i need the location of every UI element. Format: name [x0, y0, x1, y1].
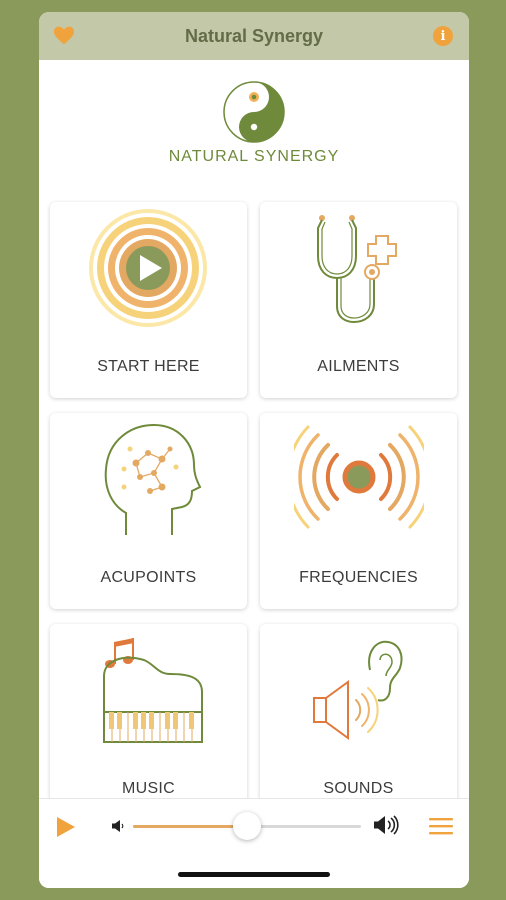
play-icon[interactable]: [55, 815, 77, 839]
card-frequencies[interactable]: FREQUENCIES: [260, 413, 457, 609]
volume-high-icon: [374, 815, 399, 835]
piano-icon: [103, 638, 203, 743]
card-label: ACUPOINTS: [100, 569, 197, 586]
yin-yang-logo: [223, 81, 285, 143]
frequency-waves-icon: [294, 425, 424, 529]
title-bar: Natural Synergy i: [39, 12, 469, 60]
head-acupoints-icon: [104, 423, 202, 535]
info-glyph: i: [440, 28, 446, 44]
volume-low-icon: [112, 820, 124, 832]
card-music[interactable]: MUSIC: [50, 624, 247, 820]
card-sounds[interactable]: SOUNDS: [260, 624, 457, 820]
card-label: START HERE: [97, 358, 200, 375]
play-circles-icon: [89, 209, 207, 327]
volume-slider-thumb[interactable]: [233, 812, 261, 840]
info-icon[interactable]: i: [433, 26, 453, 46]
page-title: Natural Synergy: [184, 25, 324, 46]
hamburger-menu-icon[interactable]: [429, 816, 453, 836]
brand-name: NATURAL SYNERGY: [168, 148, 340, 165]
speaker-ear-icon: [313, 640, 403, 740]
app-window: Natural Synergy i NATURAL SYNERGY START …: [39, 12, 469, 888]
card-label: SOUNDS: [323, 780, 394, 797]
card-start-here[interactable]: START HERE: [50, 202, 247, 398]
home-indicator: [178, 872, 330, 877]
card-label: MUSIC: [121, 780, 176, 797]
audio-player-bar: [39, 798, 469, 888]
heart-icon[interactable]: [53, 25, 75, 47]
volume-slider[interactable]: [133, 812, 361, 840]
card-ailments[interactable]: AILMENTS: [260, 202, 457, 398]
brand: NATURAL SYNERGY: [39, 80, 469, 166]
stethoscope-icon: [317, 215, 397, 324]
volume-slider-fill: [133, 825, 247, 828]
card-acupoints[interactable]: ACUPOINTS: [50, 413, 247, 609]
card-label: FREQUENCIES: [299, 569, 418, 586]
card-label: AILMENTS: [317, 358, 400, 375]
